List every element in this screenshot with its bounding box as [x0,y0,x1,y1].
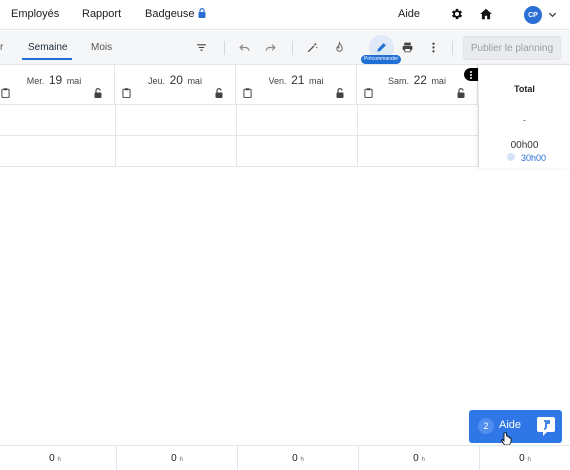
tab-week[interactable]: Semaine [28,42,67,53]
publish-planning-button[interactable]: Publier le planning [463,36,561,60]
day-column-1: Jeu. 20 mai [115,65,236,105]
footer-total-cell: 0 h [0,446,117,470]
day-label: Jeu. 20 mai [148,73,202,87]
day-column-3: Sam. 22 mai [357,65,478,105]
chat-logo-icon [537,417,555,436]
active-tab-indicator [22,58,72,60]
more-vertical-icon[interactable] [427,41,440,54]
tab-partial[interactable]: r [0,42,3,53]
help-widget-label: Aide [499,419,522,431]
total-title: Total [514,84,535,94]
grid-column-divider [357,105,358,167]
filter-icon[interactable] [195,41,208,54]
totals-footer: 0 h 0 h 0 h 0 h 0 h [0,445,570,470]
week-grid-header: Mer. 19 mai Jeu. 20 mai Ven. 21 mai Sam.… [0,65,478,105]
unlock-icon[interactable] [457,88,465,98]
help-count-badge: 2 [478,418,494,434]
clipboard-icon[interactable] [243,88,252,98]
grid-column-divider [115,105,116,167]
day-options-icon[interactable] [464,68,478,81]
toolbar-divider [452,41,453,55]
fire-icon[interactable] [333,41,346,54]
printer-icon[interactable] [401,41,414,54]
lock-icon [198,8,206,18]
chevron-down-icon[interactable] [548,10,557,19]
home-icon[interactable] [479,7,493,21]
magic-wand-icon[interactable] [306,41,319,54]
help-widget-button[interactable]: 2 Aide [469,410,562,443]
day-label: Ven. 21 mai [268,73,324,87]
undo-icon[interactable] [238,41,251,54]
grid-column-divider [236,105,237,167]
grid-row-divider [0,135,478,136]
tab-month[interactable]: Mois [91,42,112,53]
toolbar-divider [292,41,293,55]
unlock-icon[interactable] [94,88,102,98]
clipboard-icon[interactable] [122,88,131,98]
planning-toolbar: r Semaine Mois Précommander Publier le p… [0,31,570,65]
avatar[interactable]: CP [524,6,542,24]
day-column-0: Mer. 19 mai [0,65,115,105]
total-dash: - [523,115,526,125]
pencil-icon[interactable] [375,41,388,54]
clipboard-icon[interactable] [1,88,10,98]
grid-row-divider [0,166,478,167]
unlock-icon[interactable] [215,88,223,98]
nav-rapport[interactable]: Rapport [82,8,121,20]
help-link[interactable]: Aide [398,8,420,20]
total-hours: 00h00 [510,140,539,151]
footer-total-cell: 0 h [519,453,531,464]
top-navigation: Employés Rapport Badgeuse Aide CP [0,0,570,30]
precommand-badge: Précommander [361,55,402,64]
footer-total-cell: 0 h [238,446,359,470]
footer-total-cell: 0 h [359,446,480,470]
nav-employes[interactable]: Employés [11,8,59,20]
redo-icon[interactable] [264,41,277,54]
minus-circle-icon [507,153,515,161]
day-label: Sam. 22 mai [388,73,446,87]
day-column-2: Ven. 21 mai [236,65,357,105]
day-label: Mer. 19 mai [26,73,82,87]
gear-icon[interactable] [450,7,464,21]
footer-total-cell: 0 h [117,446,238,470]
toolbar-divider [224,41,225,55]
unlock-icon[interactable] [336,88,344,98]
total-contract-hours: 30h00 [521,153,547,163]
nav-badgeuse[interactable]: Badgeuse [145,8,195,20]
clipboard-icon[interactable] [364,88,373,98]
total-column: Total - 00h00 30h00 [479,65,570,168]
